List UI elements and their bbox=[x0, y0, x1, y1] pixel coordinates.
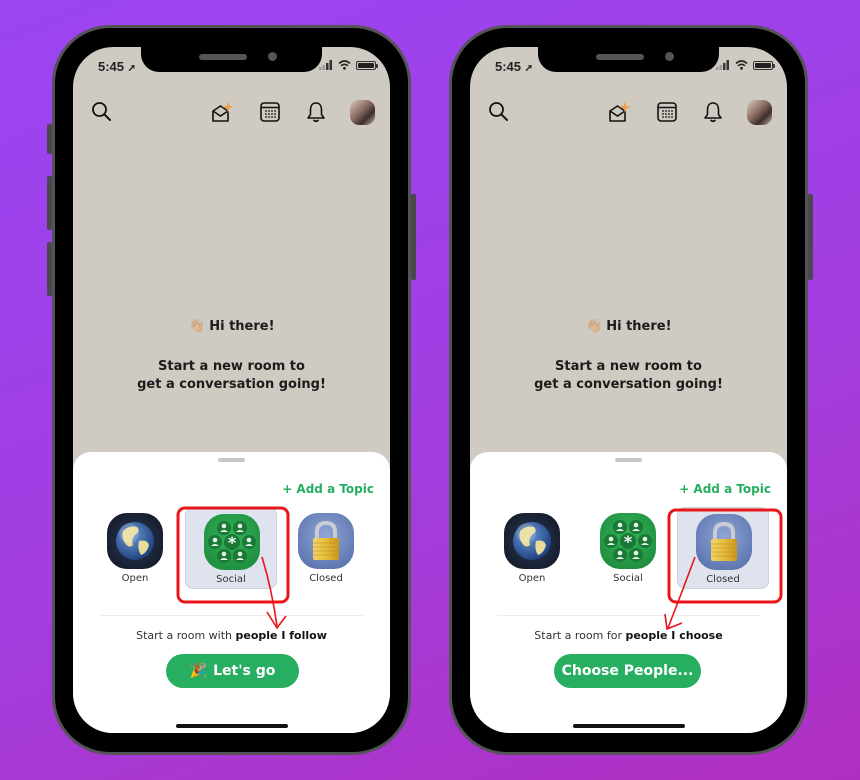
wifi-icon bbox=[338, 60, 351, 70]
greeting: 👋🏼 Hi there! bbox=[188, 319, 275, 334]
waving-hand-emoji: 👋🏼 bbox=[188, 319, 205, 334]
status-icons bbox=[716, 60, 775, 70]
start-room-sheet: + Add a Topic Open * Social Closed Start… bbox=[73, 452, 390, 733]
start-room-sheet: + Add a Topic Open * Social Closed Start… bbox=[470, 452, 787, 733]
signal-icon bbox=[319, 60, 332, 70]
location-arrow-icon: ➚ bbox=[127, 63, 137, 74]
search-icon[interactable] bbox=[486, 99, 512, 125]
social-group-icon: * bbox=[204, 514, 260, 570]
sheet-drag-handle[interactable] bbox=[218, 458, 245, 462]
battery-icon bbox=[356, 60, 378, 70]
profile-avatar[interactable] bbox=[747, 100, 772, 125]
status-time: 5:45 ➚ bbox=[98, 59, 137, 74]
screen: 5:45 ➚ 👋🏼 Hi there! Start a new room to … bbox=[470, 47, 787, 733]
invite-envelope-icon[interactable] bbox=[606, 99, 632, 125]
room-type-social[interactable]: * Social bbox=[185, 507, 277, 589]
party-popper-emoji: 🎉 bbox=[189, 663, 208, 679]
home-indicator[interactable] bbox=[176, 724, 288, 728]
padlock-icon bbox=[298, 513, 354, 569]
status-time: 5:45 ➚ bbox=[495, 59, 534, 74]
divider bbox=[100, 615, 363, 616]
wifi-icon bbox=[735, 60, 748, 70]
waving-hand-emoji: 👋🏼 bbox=[585, 319, 602, 334]
signal-icon bbox=[716, 60, 729, 70]
phone-frame-right: 5:45 ➚ 👋🏼 Hi there! Start a new room to … bbox=[449, 25, 813, 755]
divider bbox=[497, 615, 760, 616]
social-group-icon: * bbox=[600, 513, 656, 569]
calendar-icon[interactable] bbox=[654, 99, 680, 125]
globe-icon bbox=[504, 513, 560, 569]
battery-icon bbox=[753, 60, 775, 70]
room-type-open[interactable]: Open bbox=[486, 507, 578, 589]
lets-go-button[interactable]: 🎉 Let's go bbox=[166, 654, 299, 688]
room-type-selector: Open * Social Closed bbox=[73, 507, 390, 597]
room-type-closed[interactable]: Closed bbox=[280, 507, 372, 589]
notification-bell-icon[interactable] bbox=[700, 99, 726, 125]
svg-text:*: * bbox=[624, 532, 633, 551]
power-button bbox=[808, 194, 813, 280]
room-type-description: Start a room for people I choose bbox=[534, 629, 723, 642]
notch bbox=[141, 47, 322, 72]
calendar-icon[interactable] bbox=[257, 99, 283, 125]
top-bar bbox=[73, 99, 390, 129]
notch bbox=[538, 47, 719, 72]
power-button bbox=[411, 194, 416, 280]
screen: 5:45 ➚ 👋🏼 Hi there! Start a new room to … bbox=[73, 47, 390, 733]
room-type-description: Start a room with people I follow bbox=[136, 629, 327, 642]
location-arrow-icon: ➚ bbox=[524, 63, 534, 74]
room-type-social[interactable]: * Social bbox=[582, 507, 674, 589]
notification-bell-icon[interactable] bbox=[303, 99, 329, 125]
sheet-drag-handle[interactable] bbox=[615, 458, 642, 462]
greeting: 👋🏼 Hi there! bbox=[585, 319, 672, 334]
silent-switch bbox=[47, 124, 52, 154]
volume-down-button bbox=[47, 242, 52, 296]
top-bar bbox=[470, 99, 787, 129]
add-topic-link[interactable]: + Add a Topic bbox=[679, 482, 771, 496]
volume-up-button bbox=[47, 176, 52, 230]
profile-avatar[interactable] bbox=[350, 100, 375, 125]
invite-envelope-icon[interactable] bbox=[209, 99, 235, 125]
add-topic-link[interactable]: + Add a Topic bbox=[282, 482, 374, 496]
globe-icon bbox=[107, 513, 163, 569]
padlock-icon bbox=[696, 514, 752, 570]
status-icons bbox=[319, 60, 378, 70]
room-type-closed[interactable]: Closed bbox=[677, 507, 769, 589]
home-indicator[interactable] bbox=[573, 724, 685, 728]
phone-frame-left: 5:45 ➚ 👋🏼 Hi there! Start a new room to … bbox=[47, 25, 416, 755]
start-room-prompt: Start a new room to get a conversation g… bbox=[137, 359, 326, 392]
choose-people-button[interactable]: Choose People... bbox=[554, 654, 701, 688]
svg-text:*: * bbox=[228, 533, 237, 552]
room-type-selector: Open * Social Closed bbox=[470, 507, 787, 597]
start-room-prompt: Start a new room to get a conversation g… bbox=[534, 359, 723, 392]
room-type-open[interactable]: Open bbox=[89, 507, 181, 589]
search-icon[interactable] bbox=[89, 99, 115, 125]
